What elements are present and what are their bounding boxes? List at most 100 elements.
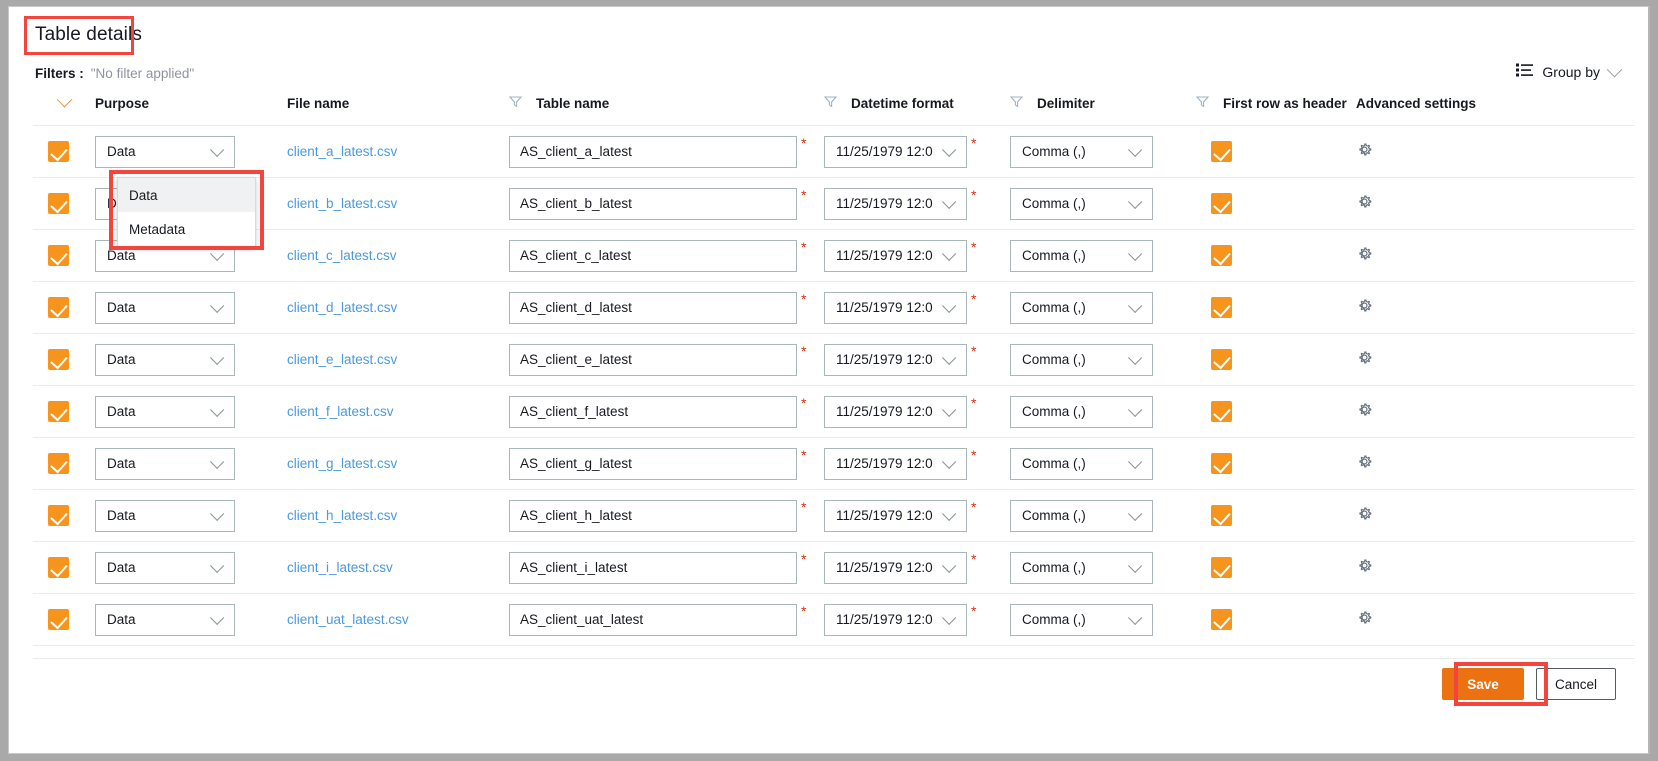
filter-icon-datetime-format[interactable] xyxy=(1010,95,1023,111)
cell-table-name: * xyxy=(509,438,824,490)
purpose-option-metadata[interactable]: Metadata xyxy=(118,212,255,246)
first-row-as-header-checkbox[interactable] xyxy=(1211,245,1232,266)
purpose-select[interactable]: Data xyxy=(95,552,235,584)
delimiter-select[interactable]: Comma (,) xyxy=(1010,292,1153,324)
first-row-as-header-checkbox[interactable] xyxy=(1211,349,1232,370)
cell-delimiter: Comma (,) xyxy=(1010,594,1196,646)
table-name-input[interactable] xyxy=(509,500,797,532)
datetime-format-select[interactable]: 11/25/1979 12:0… xyxy=(824,552,967,584)
table-name-input[interactable] xyxy=(509,396,797,428)
delimiter-select[interactable]: Comma (,) xyxy=(1010,188,1153,220)
row-select-checkbox[interactable] xyxy=(48,297,69,318)
cell-table-name: * xyxy=(509,594,824,646)
file-name-link[interactable]: client_uat_latest.csv xyxy=(287,612,409,627)
gear-icon[interactable] xyxy=(1356,609,1635,631)
delimiter-select[interactable]: Comma (,) xyxy=(1010,240,1153,272)
datetime-format-select[interactable]: 11/25/1979 12:0… xyxy=(824,240,967,272)
row-select-checkbox[interactable] xyxy=(48,401,69,422)
purpose-select[interactable]: Data xyxy=(95,448,235,480)
file-name-link[interactable]: client_a_latest.csv xyxy=(287,144,397,159)
datetime-format-select[interactable]: 11/25/1979 12:0… xyxy=(824,344,967,376)
delimiter-select[interactable]: Comma (,) xyxy=(1010,396,1153,428)
file-name-link[interactable]: client_e_latest.csv xyxy=(287,352,397,367)
table-name-input[interactable] xyxy=(509,188,797,220)
gear-icon[interactable] xyxy=(1356,141,1635,163)
purpose-option-data[interactable]: Data xyxy=(118,178,255,212)
purpose-select-value: Data xyxy=(107,404,202,419)
gear-icon[interactable] xyxy=(1356,349,1635,371)
purpose-select[interactable]: Data xyxy=(95,500,235,532)
delimiter-select[interactable]: Comma (,) xyxy=(1010,552,1153,584)
table-name-input[interactable] xyxy=(509,136,797,168)
datetime-format-select[interactable]: 11/25/1979 12:0… xyxy=(824,292,967,324)
first-row-as-header-checkbox[interactable] xyxy=(1211,453,1232,474)
file-name-link[interactable]: client_f_latest.csv xyxy=(287,404,394,419)
filter-icon-delimiter[interactable] xyxy=(1196,95,1209,111)
row-select-checkbox[interactable] xyxy=(48,505,69,526)
gear-icon[interactable] xyxy=(1356,245,1635,267)
table-name-input[interactable] xyxy=(509,448,797,480)
gear-icon[interactable] xyxy=(1356,401,1635,423)
filter-icon-table-name[interactable] xyxy=(824,95,837,111)
column-header-select-all[interactable] xyxy=(33,95,95,126)
delimiter-select[interactable]: Comma (,) xyxy=(1010,344,1153,376)
column-header-file-name: File name xyxy=(287,95,509,126)
table-name-input[interactable] xyxy=(509,292,797,324)
row-select-checkbox[interactable] xyxy=(48,141,69,162)
first-row-as-header-checkbox[interactable] xyxy=(1211,193,1232,214)
gear-icon[interactable] xyxy=(1356,557,1635,579)
purpose-select[interactable]: Data xyxy=(95,136,235,168)
group-by-button[interactable]: Group by xyxy=(1516,63,1620,81)
delimiter-select[interactable]: Comma (,) xyxy=(1010,136,1153,168)
datetime-format-select[interactable]: 11/25/1979 12:0… xyxy=(824,604,967,636)
save-button[interactable]: Save xyxy=(1442,668,1524,700)
gear-icon[interactable] xyxy=(1356,453,1635,475)
first-row-as-header-checkbox[interactable] xyxy=(1211,141,1232,162)
datetime-format-select[interactable]: 11/25/1979 12:0… xyxy=(824,500,967,532)
purpose-select[interactable]: Data xyxy=(95,344,235,376)
datetime-format-select[interactable]: 11/25/1979 12:0… xyxy=(824,396,967,428)
file-name-link[interactable]: client_i_latest.csv xyxy=(287,560,393,575)
first-row-as-header-checkbox[interactable] xyxy=(1211,609,1232,630)
datetime-format-select[interactable]: 11/25/1979 12:0… xyxy=(824,136,967,168)
datetime-format-select[interactable]: 11/25/1979 12:0… xyxy=(824,448,967,480)
row-select-checkbox[interactable] xyxy=(48,453,69,474)
table-name-input[interactable] xyxy=(509,344,797,376)
gear-icon[interactable] xyxy=(1356,505,1635,527)
gear-icon[interactable] xyxy=(1356,193,1635,215)
delimiter-value: Comma (,) xyxy=(1022,560,1120,575)
delimiter-select[interactable]: Comma (,) xyxy=(1010,448,1153,480)
delimiter-select[interactable]: Comma (,) xyxy=(1010,500,1153,532)
file-name-link[interactable]: client_h_latest.csv xyxy=(287,508,397,523)
first-row-as-header-checkbox[interactable] xyxy=(1211,557,1232,578)
gear-icon[interactable] xyxy=(1356,297,1635,319)
cell-first-row-as-header xyxy=(1196,282,1356,334)
cancel-button[interactable]: Cancel xyxy=(1536,668,1616,700)
file-name-link[interactable]: client_c_latest.csv xyxy=(287,248,397,263)
delimiter-select[interactable]: Comma (,) xyxy=(1010,604,1153,636)
table-name-input[interactable] xyxy=(509,552,797,584)
select-all-chevron-icon[interactable] xyxy=(57,92,73,108)
filter-icon-file-name[interactable] xyxy=(509,95,522,111)
row-select-checkbox[interactable] xyxy=(48,557,69,578)
row-select-checkbox[interactable] xyxy=(48,609,69,630)
cell-purpose: Data xyxy=(95,334,287,386)
row-select-checkbox[interactable] xyxy=(48,245,69,266)
file-name-link[interactable]: client_g_latest.csv xyxy=(287,456,397,471)
file-name-link[interactable]: client_d_latest.csv xyxy=(287,300,397,315)
datetime-format-select[interactable]: 11/25/1979 12:0… xyxy=(824,188,967,220)
purpose-select[interactable]: Data xyxy=(95,604,235,636)
cell-first-row-as-header xyxy=(1196,334,1356,386)
purpose-select[interactable]: Data xyxy=(95,396,235,428)
file-name-link[interactable]: client_b_latest.csv xyxy=(287,196,397,211)
table-name-input[interactable] xyxy=(509,240,797,272)
first-row-as-header-checkbox[interactable] xyxy=(1211,505,1232,526)
first-row-as-header-checkbox[interactable] xyxy=(1211,401,1232,422)
column-header-datetime-format-label: Datetime format xyxy=(851,96,954,111)
row-select-checkbox[interactable] xyxy=(48,349,69,370)
purpose-select[interactable]: Data xyxy=(95,292,235,324)
row-select-checkbox[interactable] xyxy=(48,193,69,214)
table-name-input[interactable] xyxy=(509,604,797,636)
first-row-as-header-checkbox[interactable] xyxy=(1211,297,1232,318)
purpose-dropdown-menu[interactable]: Data Metadata xyxy=(117,177,256,247)
